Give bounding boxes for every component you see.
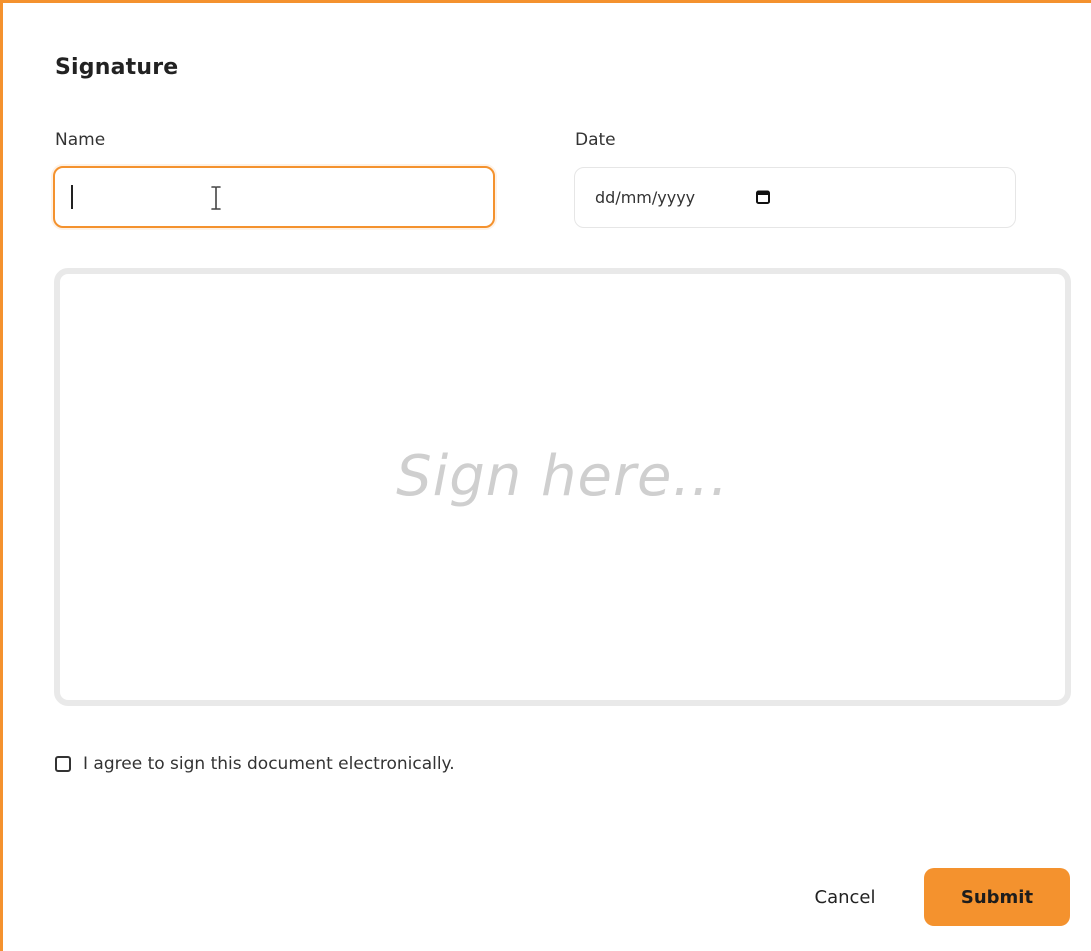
signature-placeholder: Sign here... — [396, 444, 729, 509]
signature-pad[interactable]: Sign here... — [54, 268, 1071, 706]
agree-label[interactable]: I agree to sign this document electronic… — [83, 754, 455, 774]
date-input[interactable]: dd/mm/yyyy — [574, 167, 1016, 228]
signature-dialog: Signature Name Date dd/mm/yyyy Sign here… — [0, 0, 1091, 951]
agree-checkbox[interactable] — [55, 756, 71, 772]
cancel-button[interactable]: Cancel — [793, 869, 897, 925]
name-input[interactable] — [53, 166, 495, 228]
agree-row[interactable]: I agree to sign this document electronic… — [55, 751, 455, 777]
dialog-title: Signature — [55, 55, 179, 80]
submit-button[interactable]: Submit — [924, 868, 1070, 926]
calendar-icon[interactable] — [756, 190, 770, 204]
text-caret — [71, 185, 73, 209]
text-cursor-icon — [211, 186, 221, 210]
date-placeholder: dd/mm/yyyy — [595, 188, 696, 207]
name-label: Name — [55, 130, 106, 150]
date-label: Date — [575, 130, 616, 150]
